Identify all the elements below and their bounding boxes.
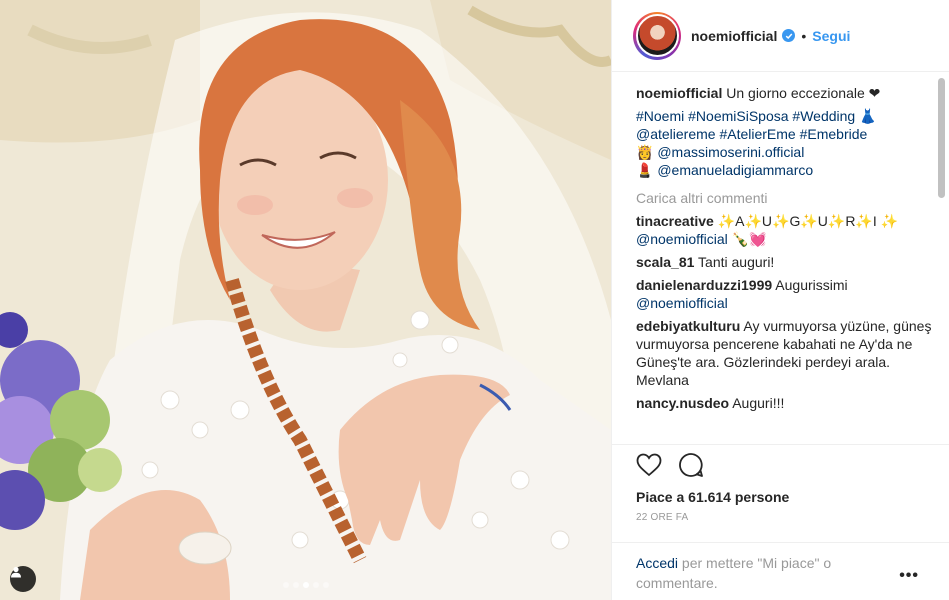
follow-button[interactable]: Segui xyxy=(812,28,850,44)
likes-count[interactable]: Piace a 61.614 persone xyxy=(612,488,949,506)
comment-item: tinacreative ✨A✨U✨G✨U✨R✨I ✨ @noemioffici… xyxy=(636,212,933,248)
comment-text: Tanti auguri! xyxy=(698,254,775,270)
login-link[interactable]: Accedi xyxy=(636,555,678,571)
comment-text: ✨A✨U✨G✨U✨R✨I ✨ xyxy=(717,213,899,229)
caption-mention-1[interactable]: @massimoserini.official xyxy=(657,144,804,160)
load-more-comments-button[interactable]: Carica altri commenti xyxy=(636,189,933,207)
speech-bubble-icon[interactable] xyxy=(678,452,704,481)
comment-item: edebiyatkulturu Ay vurmuyorsa yüzüne, gü… xyxy=(636,317,933,389)
caption-hashtags-line2[interactable]: @ateliereme #AtelierEme #Emebride xyxy=(636,126,867,142)
more-options-icon[interactable]: ••• xyxy=(899,566,919,586)
heart-outline-icon[interactable] xyxy=(636,453,662,480)
carousel-dot xyxy=(292,582,299,588)
carousel-dot-active xyxy=(302,582,309,588)
header-username[interactable]: noemiofficial xyxy=(691,28,777,44)
caption-hashtags: #Noemi #NoemiSiSposa #Wedding 👗 @atelier… xyxy=(636,107,933,179)
header-separator: • xyxy=(801,27,807,44)
comment-text: Auguri!!! xyxy=(732,395,785,411)
login-prompt: Accedi per mettere "Mi piace" o commenta… xyxy=(612,542,949,600)
caption-username[interactable]: noemiofficial xyxy=(636,85,722,101)
caption-hashtags-line1[interactable]: #Noemi #NoemiSiSposa #Wedding 👗 xyxy=(636,108,877,124)
avatar[interactable] xyxy=(633,11,681,60)
bride-photo-illustration xyxy=(0,0,611,600)
mention1-emoji: 👸 xyxy=(636,144,654,160)
post-header: noemiofficial • Segui xyxy=(612,0,949,72)
person-tag-icon[interactable] xyxy=(10,566,36,592)
comment-item: scala_81 Tanti auguri! xyxy=(636,253,933,271)
comment-username[interactable]: nancy.nusdeo xyxy=(636,395,729,411)
post-photo[interactable] xyxy=(0,0,611,600)
comments-list[interactable]: noemiofficial Un giorno eccezionale ❤ #N… xyxy=(612,72,949,444)
post-side-panel: noemiofficial • Segui noemiofficial Un g… xyxy=(611,0,949,600)
comment-username[interactable]: scala_81 xyxy=(636,254,694,270)
comment-username[interactable]: danielenarduzzi1999 xyxy=(636,277,772,293)
caption-mention-2[interactable]: @emanueladigiammarco xyxy=(657,162,813,178)
carousel-dot xyxy=(282,582,289,588)
carousel-dot xyxy=(312,582,319,588)
post-timestamp: 22 ORE FA xyxy=(636,512,689,523)
comment-text-tail: 🍾💓 xyxy=(731,231,767,247)
comment-username[interactable]: tinacreative xyxy=(636,213,714,229)
comment-text: Augurissimi xyxy=(775,277,848,293)
comment-username[interactable]: edebiyatkulturu xyxy=(636,318,740,334)
post-actions xyxy=(612,444,949,488)
verified-badge-icon xyxy=(782,29,796,42)
comment-item: danielenarduzzi1999 Augurissimi @noemiof… xyxy=(636,276,933,312)
caption: noemiofficial Un giorno eccezionale ❤ xyxy=(636,84,933,102)
carousel-dot xyxy=(322,582,329,588)
comment-mention[interactable]: @noemiofficial xyxy=(636,295,728,311)
comment-item: nancy.nusdeo Auguri!!! xyxy=(636,394,933,412)
avatar-image xyxy=(635,14,679,57)
caption-text: Un giorno eccezionale ❤ xyxy=(726,85,881,101)
mention2-emoji: 💄 xyxy=(636,162,654,178)
carousel-indicator xyxy=(282,582,329,588)
comment-mention[interactable]: @noemiofficial xyxy=(636,231,728,247)
instagram-post: noemiofficial • Segui noemiofficial Un g… xyxy=(0,0,949,600)
comments-scrollbar[interactable] xyxy=(938,78,945,198)
